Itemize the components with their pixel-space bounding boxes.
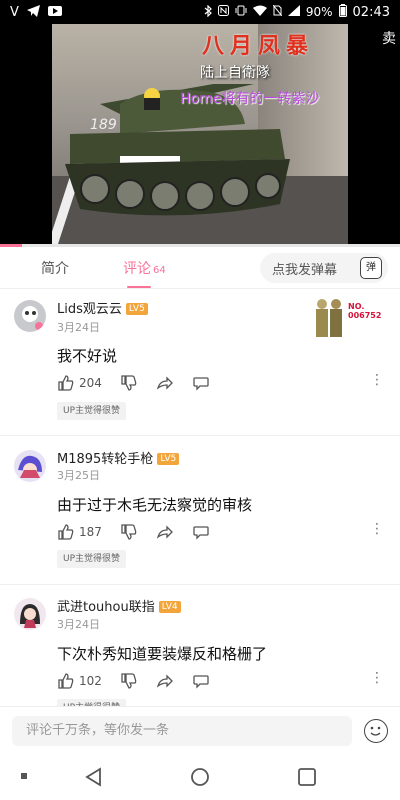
like-count: 187: [79, 525, 102, 539]
share-icon[interactable]: [156, 374, 174, 392]
comment-date: 3月25日: [57, 469, 100, 482]
reply-icon[interactable]: [192, 374, 210, 392]
nav-recents-icon[interactable]: [297, 767, 317, 787]
nfc-icon: [217, 5, 229, 19]
fan-medal-no-label: NO.: [348, 302, 365, 311]
comment-text: 下次朴秀知道要装爆反和格栅了: [57, 645, 268, 663]
comment-actions: 204: [57, 374, 210, 392]
more-options-icon[interactable]: ⋮: [370, 373, 384, 387]
share-icon[interactable]: [156, 672, 174, 690]
comment-divider: [0, 435, 400, 436]
like-icon[interactable]: [57, 672, 75, 690]
tab-comments[interactable]: 评论 64: [119, 258, 170, 288]
like-icon[interactable]: [57, 374, 75, 392]
comment-divider: [0, 584, 400, 585]
dislike-icon[interactable]: [120, 672, 138, 690]
tab-comments-label: 评论: [123, 260, 151, 277]
comment-username[interactable]: 武进touhou联指 LV4: [57, 596, 181, 615]
bluetooth-icon: [204, 4, 212, 20]
status-left: V: [10, 4, 62, 20]
dislike-icon[interactable]: [120, 523, 138, 541]
battery-percent: 90%: [305, 5, 333, 19]
tab-bar: 简介 评论 64 点我发弹幕 弹: [0, 247, 400, 289]
no-sim-icon: [272, 4, 283, 19]
tab-active-indicator: [127, 285, 151, 288]
comment-text: 由于过于木毛无法察觉的审核: [57, 496, 253, 514]
nav-home-icon[interactable]: [190, 767, 210, 787]
level-badge: LV4: [158, 601, 181, 613]
more-options-icon[interactable]: ⋮: [370, 671, 384, 685]
wifi-icon: [252, 5, 267, 19]
signal-icon: [287, 5, 300, 19]
app-screen: V 90% 02:43 189 八月凤暴 陆上自衛隊 Home将有的一转紫沙 卖…: [0, 0, 400, 800]
video-overlay-subtitle-2: Home将有的一转紫沙: [180, 91, 320, 107]
comment-username-text: Lids观云云: [57, 302, 122, 317]
telegram-icon: [26, 4, 40, 20]
danmu-toggle-icon[interactable]: 弹: [360, 257, 382, 279]
video-overlay-subtitle: 陆上自衛隊: [200, 65, 270, 81]
comment-username[interactable]: Lids观云云 LV5: [57, 298, 148, 317]
v-app-icon: V: [10, 4, 19, 20]
reply-icon[interactable]: [192, 672, 210, 690]
avatar[interactable]: [14, 450, 46, 482]
video-player[interactable]: 189 八月凤暴 陆上自衛隊 Home将有的一转紫沙 卖: [0, 24, 400, 246]
comment-username[interactable]: M1895转轮手枪 LV5: [57, 448, 180, 467]
like-count: 102: [79, 674, 102, 688]
comment-username-text: M1895转轮手枪: [57, 452, 154, 467]
system-nav-bar: [0, 756, 400, 800]
fan-medal-id: 006752: [348, 311, 382, 320]
emoji-icon[interactable]: [364, 719, 388, 743]
comment-date: 3月24日: [57, 321, 100, 334]
video-side-glyph: 卖: [382, 31, 396, 47]
battery-icon: [338, 4, 347, 20]
comment-input[interactable]: 评论千万条，等你发一条: [12, 716, 352, 746]
youtube-icon: [47, 5, 62, 19]
video-overlay-title: 八月凤暴: [202, 34, 315, 59]
comment-actions: 187: [57, 523, 210, 541]
danmu-input-button[interactable]: 点我发弹幕 弹: [260, 253, 388, 283]
avatar[interactable]: [14, 598, 46, 630]
up-liked-badge: UP主觉得很赞: [57, 550, 127, 568]
share-icon[interactable]: [156, 523, 174, 541]
level-badge: LV5: [157, 453, 180, 465]
nav-back-icon[interactable]: [84, 767, 104, 787]
danmu-icon-label: 弹: [366, 262, 376, 273]
comment-input-bar: 评论千万条，等你发一条: [0, 706, 400, 756]
nav-menu-dot-icon[interactable]: [21, 773, 27, 779]
up-liked-badge: UP主觉得很赞: [57, 402, 127, 420]
comment-actions: 102: [57, 672, 210, 690]
vibrate-icon: [235, 5, 247, 19]
status-bar: V 90% 02:43: [0, 0, 400, 24]
like-count: 204: [79, 376, 102, 390]
like-icon[interactable]: [57, 523, 75, 541]
avatar[interactable]: [14, 300, 46, 332]
comment-date: 3月24日: [57, 618, 100, 631]
tab-intro-label: 简介: [41, 260, 69, 277]
comment-text: 我不好说: [57, 347, 118, 365]
tab-comments-count: 64: [153, 264, 166, 276]
dislike-icon[interactable]: [120, 374, 138, 392]
danmu-placeholder: 点我发弹幕: [272, 262, 338, 278]
status-right: 90% 02:43: [204, 4, 390, 20]
video-frame: 189 八月凤暴 陆上自衛隊 Home将有的一转紫沙: [52, 24, 348, 246]
comment-username-text: 武进touhou联指: [57, 600, 155, 615]
fan-medal-number: NO. 006752: [348, 302, 381, 320]
tank-number: 189: [90, 117, 117, 133]
level-badge: LV5: [125, 303, 148, 315]
clock: 02:43: [352, 4, 390, 20]
more-options-icon[interactable]: ⋮: [370, 522, 384, 536]
reply-icon[interactable]: [192, 523, 210, 541]
fan-medal: NO. 006752: [310, 298, 381, 338]
tab-intro[interactable]: 简介: [37, 258, 73, 278]
